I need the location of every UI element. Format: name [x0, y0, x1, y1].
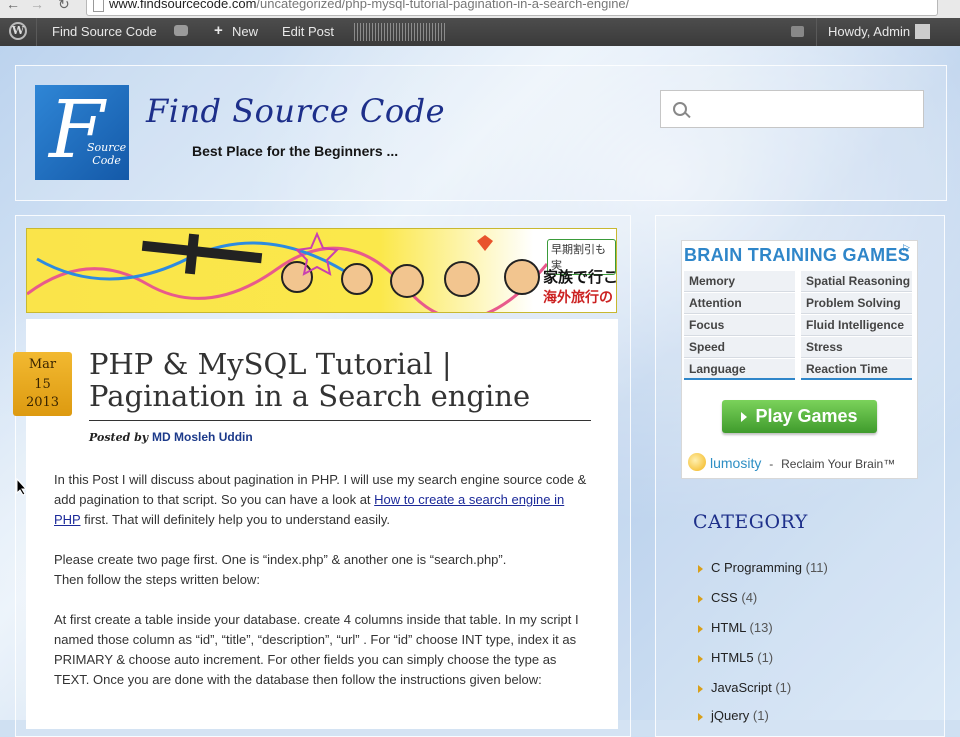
notification-icon[interactable] — [791, 26, 804, 37]
admin-bar-divider — [816, 18, 817, 46]
category-item[interactable]: HTML (13) — [698, 620, 773, 635]
ad-title[interactable]: BRAIN TRAINING GAMES — [684, 245, 910, 266]
category-item[interactable]: JavaScript (1) — [698, 680, 791, 695]
category-item[interactable]: HTML5 (1) — [698, 650, 773, 665]
play-games-label: Play Games — [755, 406, 858, 426]
post-paragraph: Please create two page first. One is “in… — [54, 550, 594, 590]
site-tagline: Best Place for the Beginners ... — [192, 143, 399, 159]
site-logo[interactable]: F Source Code — [35, 85, 129, 180]
admin-bar-divider — [36, 18, 37, 46]
play-arrow-icon — [741, 412, 748, 423]
bullet-arrow-icon — [698, 712, 703, 721]
comments-icon[interactable] — [174, 25, 188, 36]
bullet-arrow-icon — [698, 684, 703, 693]
bullet-arrow-icon — [698, 654, 703, 663]
category-name[interactable]: jQuery — [711, 708, 749, 723]
title-divider — [89, 420, 591, 421]
category-count: (1) — [757, 650, 774, 665]
play-games-button[interactable]: Play Games — [722, 400, 877, 433]
game-item[interactable]: Language — [684, 359, 795, 380]
avatar[interactable] — [915, 24, 930, 39]
post-paragraph: At first create a table inside your data… — [54, 612, 579, 687]
forward-arrow-icon[interactable]: → — [30, 0, 44, 12]
admin-new-button[interactable]: New — [232, 24, 258, 39]
game-item[interactable]: Stress — [801, 337, 912, 358]
brand-tagline: Reclaim Your Brain™ — [781, 457, 896, 471]
post-byline: Posted by MD Mosleh Uddin — [89, 430, 253, 444]
author-link[interactable]: MD Mosleh Uddin — [152, 430, 253, 444]
stats-sparkline-icon — [354, 23, 446, 41]
bullet-arrow-icon — [698, 624, 703, 633]
header-panel — [15, 65, 947, 201]
banner-illustration — [27, 231, 547, 312]
game-item[interactable]: Reaction Time — [801, 359, 912, 380]
lumosity-brand: lumosity - Reclaim Your Brain™ — [710, 455, 895, 471]
site-title[interactable]: Find Source Code — [146, 92, 445, 130]
game-item[interactable]: Spatial Reasoning — [801, 271, 912, 292]
post-paragraph: In this Post I will discuss about pagina… — [54, 470, 594, 530]
category-count: (11) — [805, 560, 828, 575]
admin-edit-post-button[interactable]: Edit Post — [282, 24, 334, 39]
category-name[interactable]: JavaScript — [711, 680, 772, 695]
game-item[interactable]: Problem Solving — [801, 293, 912, 314]
game-item[interactable]: Fluid Intelligence — [801, 315, 912, 336]
logo-subtitle: Source Code — [87, 141, 126, 167]
bullet-arrow-icon — [698, 594, 703, 603]
search-input[interactable] — [660, 90, 924, 128]
date-day: 15 — [34, 377, 51, 392]
category-heading: CATEGORY — [693, 511, 808, 533]
logo-sub-line: Source — [87, 141, 127, 154]
address-url: www.findsourcecode.com/uncategorized/php… — [109, 0, 630, 11]
page-icon — [93, 0, 104, 12]
paragraph-text: Then follow the steps written below: — [54, 572, 260, 587]
game-item[interactable]: Memory — [684, 271, 795, 292]
category-item[interactable]: CSS (4) — [698, 590, 757, 605]
category-name[interactable]: CSS — [711, 590, 738, 605]
howdy-account-menu[interactable]: Howdy, Admin — [828, 24, 910, 39]
post-date-badge: Mar 15 2013 — [13, 352, 72, 416]
search-icon — [673, 102, 687, 116]
game-item[interactable]: Speed — [684, 337, 795, 358]
bullet-arrow-icon — [698, 564, 703, 573]
game-item[interactable]: Attention — [684, 293, 795, 314]
reload-icon[interactable]: ↻ — [58, 0, 70, 13]
logo-sub-line: Code — [92, 154, 121, 167]
date-month: Mar — [28, 357, 57, 372]
category-count: (4) — [741, 590, 758, 605]
adchoices-icon[interactable]: ▷ — [903, 242, 914, 253]
byline-label: Posted by — [89, 431, 149, 444]
address-bar[interactable]: www.findsourcecode.com/uncategorized/php… — [86, 0, 938, 16]
date-year: 2013 — [25, 395, 60, 410]
category-count: (13) — [749, 620, 773, 635]
browser-toolbar: ← → ↻ www.findsourcecode.com/uncategoriz… — [0, 0, 960, 19]
paragraph-text: first. That will definitely help you to … — [80, 512, 391, 527]
category-item[interactable]: jQuery (1) — [698, 708, 769, 723]
wordpress-logo-icon[interactable]: W — [9, 22, 27, 40]
banner-ad[interactable]: 早期割引も実 家族で行こ 海外旅行の — [26, 228, 617, 313]
brand-dash: - — [769, 457, 774, 471]
brand-name: lumosity — [710, 455, 762, 471]
category-name[interactable]: HTML5 — [711, 650, 754, 665]
banner-text-line: 家族で行こ — [543, 269, 617, 286]
lumosity-logo-icon — [688, 453, 706, 471]
admin-site-name[interactable]: Find Source Code — [52, 24, 157, 39]
post-title[interactable]: PHP & MySQL Tutorial | Pagination in a S… — [89, 348, 609, 412]
category-item[interactable]: C Programming (11) — [698, 560, 828, 575]
category-count: (1) — [752, 708, 769, 723]
paragraph-text: Please create two page first. One is “in… — [54, 552, 507, 567]
category-name[interactable]: C Programming — [711, 560, 802, 575]
mouse-cursor-icon — [16, 478, 28, 496]
game-item[interactable]: Focus — [684, 315, 795, 336]
back-arrow-icon[interactable]: ← — [6, 0, 20, 12]
category-count: (1) — [775, 680, 792, 695]
plus-icon: + — [214, 22, 223, 39]
admin-bar: W Find Source Code + New Edit Post Howdy… — [0, 18, 960, 46]
banner-text-line: 海外旅行の — [543, 289, 613, 305]
category-name[interactable]: HTML — [711, 620, 746, 635]
